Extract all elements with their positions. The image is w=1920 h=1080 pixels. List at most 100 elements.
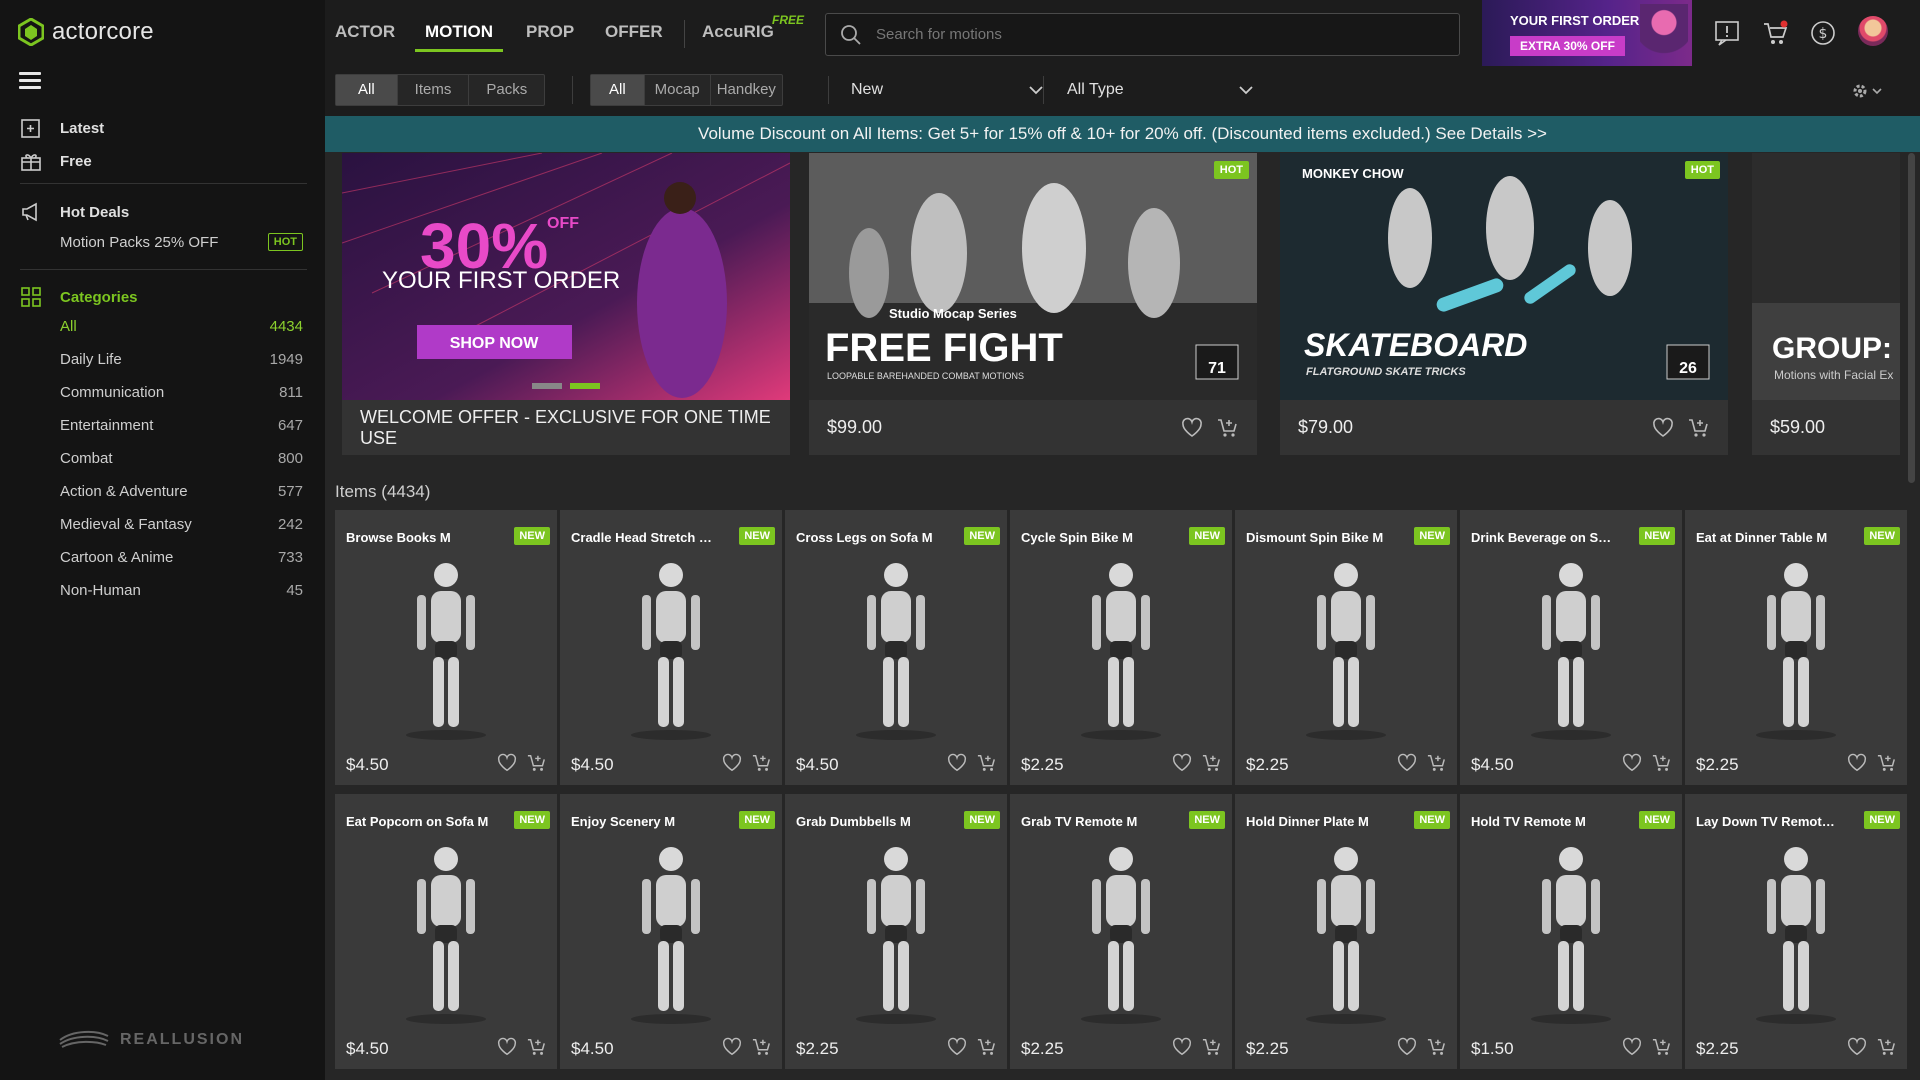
item-name: Enjoy Scenery M — [571, 814, 676, 829]
item-card[interactable]: Cross Legs on Sofa M NEW $4.50 — [785, 510, 1007, 785]
item-card[interactable]: Lay Down TV Remote M NEW $2.25 — [1685, 794, 1907, 1069]
add-to-cart-icon[interactable] — [1427, 753, 1447, 773]
add-to-cart-icon[interactable] — [977, 1037, 997, 1057]
promo-first-order[interactable]: YOUR FIRST ORDER EXTRA 30% OFF — [1482, 0, 1692, 66]
heart-icon[interactable] — [947, 1037, 967, 1057]
heart-icon[interactable] — [1172, 753, 1192, 773]
tab-prop[interactable]: PROP — [526, 22, 574, 42]
logo[interactable]: actorcore — [18, 18, 154, 46]
item-card[interactable]: Drink Beverage on Sofa M NEW $4.50 — [1460, 510, 1682, 785]
item-card[interactable]: Cycle Spin Bike M NEW $2.25 — [1010, 510, 1232, 785]
feedback-icon[interactable] — [1714, 20, 1740, 46]
filter-packs[interactable]: Packs — [469, 75, 544, 105]
heart-icon[interactable] — [1847, 753, 1867, 773]
cart-icon[interactable] — [1762, 20, 1788, 46]
dollar-icon[interactable]: $ — [1810, 20, 1836, 46]
deal-motion-packs[interactable]: Motion Packs 25% OFF HOT — [60, 233, 303, 251]
category-item[interactable]: Daily Life 1949 — [60, 351, 303, 384]
category-item[interactable]: Communication 811 — [60, 384, 303, 417]
settings-gear-icon[interactable] — [1850, 80, 1884, 102]
item-card[interactable]: Hold Dinner Plate M NEW $2.25 — [1235, 794, 1457, 1069]
category-item[interactable]: Medieval & Fantasy 242 — [60, 516, 303, 549]
featured-card-skateboard[interactable]: MONKEY CHOW SKATEBOARD FLATGROUND SKATE … — [1280, 153, 1728, 455]
add-to-cart-icon[interactable] — [1688, 417, 1710, 439]
item-card[interactable]: Cradle Head Stretch on Sofa M NEW $4.50 — [560, 510, 782, 785]
item-card[interactable]: Browse Books M NEW $4.50 — [335, 510, 557, 785]
item-card[interactable]: Eat Popcorn on Sofa M NEW $4.50 — [335, 794, 557, 1069]
tab-motion[interactable]: MOTION — [425, 22, 493, 42]
reallusion-logo[interactable]: REALLUSION — [58, 1030, 244, 1050]
heart-icon[interactable] — [1172, 1037, 1192, 1057]
source-mocap[interactable]: Mocap — [645, 75, 711, 105]
tab-accurig[interactable]: AccuRIG — [702, 22, 774, 42]
search-input[interactable] — [876, 26, 1436, 43]
shop-now-button[interactable]: SHOP NOW — [450, 335, 540, 352]
filter-all[interactable]: All — [336, 75, 398, 105]
heart-icon[interactable] — [1622, 753, 1642, 773]
tab-offer[interactable]: OFFER — [605, 22, 663, 42]
filter-items[interactable]: Items — [398, 75, 470, 105]
source-handkey[interactable]: Handkey — [711, 75, 782, 105]
sidebar-item-latest[interactable]: Latest — [20, 117, 104, 139]
item-card[interactable]: Dismount Spin Bike M NEW $2.25 — [1235, 510, 1457, 785]
featured-card-free-fight[interactable]: Studio Mocap Series FREE FIGHT LOOPABLE … — [809, 153, 1257, 455]
tab-actor[interactable]: ACTOR — [335, 22, 395, 42]
heart-icon[interactable] — [497, 753, 517, 773]
heart-icon[interactable] — [1181, 417, 1203, 439]
source-all[interactable]: All — [591, 75, 645, 105]
add-to-cart-icon[interactable] — [1652, 1037, 1672, 1057]
heart-icon[interactable] — [1847, 1037, 1867, 1057]
heart-icon[interactable] — [947, 753, 967, 773]
add-to-cart-icon[interactable] — [527, 753, 547, 773]
heart-icon[interactable] — [1397, 1037, 1417, 1057]
featured-card-group[interactable]: GROUP: S Motions with Facial Ex $59.00 — [1752, 153, 1900, 455]
item-card[interactable]: Grab TV Remote M NEW $2.25 — [1010, 794, 1232, 1069]
add-to-cart-icon[interactable] — [1877, 753, 1897, 773]
category-item[interactable]: Cartoon & Anime 733 — [60, 549, 303, 582]
heart-icon[interactable] — [722, 1037, 742, 1057]
sidebar: actorcore Latest Free Hot Deals Motion P… — [0, 0, 325, 1080]
item-card[interactable]: Grab Dumbbells M NEW $2.25 — [785, 794, 1007, 1069]
add-to-cart-icon[interactable] — [977, 753, 997, 773]
off-text: OFF — [547, 215, 579, 232]
heart-icon[interactable] — [1622, 1037, 1642, 1057]
featured-card-welcome[interactable]: 30% OFF YOUR FIRST ORDER SHOP NOW WELCOM… — [342, 153, 790, 455]
add-to-cart-icon[interactable] — [1202, 753, 1222, 773]
category-item[interactable]: Entertainment 647 — [60, 417, 303, 450]
add-to-cart-icon[interactable] — [1202, 1037, 1222, 1057]
category-item[interactable]: Combat 800 — [60, 450, 303, 483]
category-item[interactable]: All 4434 — [60, 318, 303, 351]
add-to-cart-icon[interactable] — [1217, 417, 1239, 439]
category-item[interactable]: Non-Human 45 — [60, 582, 303, 615]
sidebar-item-free[interactable]: Free — [20, 150, 92, 172]
menu-icon[interactable] — [19, 72, 41, 90]
sidebar-item-hot-deals[interactable]: Hot Deals — [20, 201, 129, 223]
type-dropdown[interactable]: All Type — [1067, 74, 1253, 106]
add-to-cart-icon[interactable] — [1427, 1037, 1447, 1057]
new-badge: NEW — [514, 527, 550, 545]
avatar[interactable] — [1858, 16, 1888, 46]
skateboard-title: SKATEBOARD — [1304, 327, 1527, 363]
category-count: 4434 — [269, 318, 303, 335]
add-to-cart-icon[interactable] — [1652, 753, 1672, 773]
promo-character-image — [1640, 4, 1688, 66]
heart-icon[interactable] — [1652, 417, 1674, 439]
item-card[interactable]: Eat at Dinner Table M NEW $2.25 — [1685, 510, 1907, 785]
add-to-cart-icon[interactable] — [752, 1037, 772, 1057]
add-to-cart-icon[interactable] — [527, 1037, 547, 1057]
mannequin-preview-image — [835, 839, 957, 1024]
item-card[interactable]: Enjoy Scenery M NEW $4.50 — [560, 794, 782, 1069]
search-icon[interactable] — [840, 24, 862, 46]
svg-text:$: $ — [1819, 26, 1828, 42]
heart-icon[interactable] — [722, 753, 742, 773]
category-item[interactable]: Action & Adventure 577 — [60, 483, 303, 516]
scrollbar[interactable] — [1908, 153, 1915, 483]
item-card[interactable]: Hold TV Remote M NEW $1.50 — [1460, 794, 1682, 1069]
volume-discount-banner[interactable]: Volume Discount on All Items: Get 5+ for… — [325, 116, 1920, 152]
sort-dropdown[interactable]: New — [851, 74, 1043, 106]
add-to-cart-icon[interactable] — [1877, 1037, 1897, 1057]
add-to-cart-icon[interactable] — [752, 753, 772, 773]
heart-icon[interactable] — [497, 1037, 517, 1057]
hot-badge: HOT — [1684, 161, 1720, 179]
heart-icon[interactable] — [1397, 753, 1417, 773]
